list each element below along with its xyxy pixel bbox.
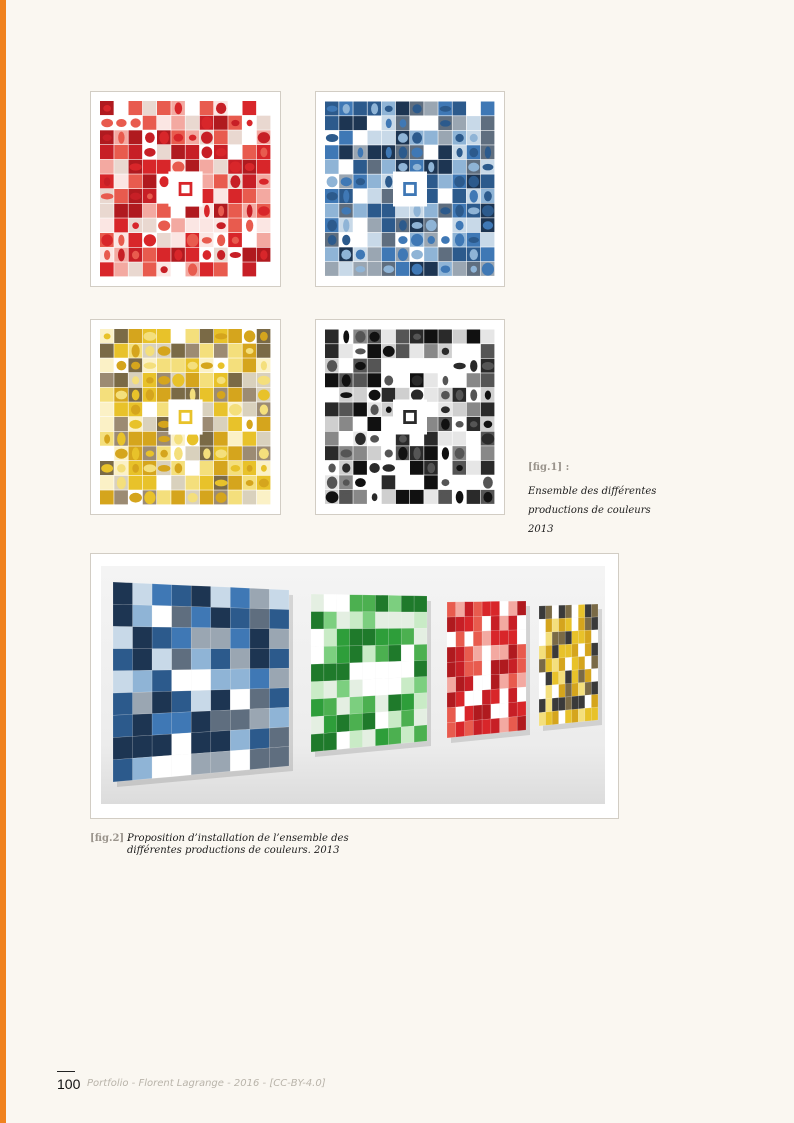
- page-number: 100: [57, 1076, 81, 1092]
- fig2-text: Proposition d’installation de l’ensemble…: [127, 833, 349, 856]
- installation-panel-red: [446, 600, 530, 743]
- installation-panel-yellow: [538, 603, 602, 731]
- blue-mosaic-image: [315, 91, 505, 287]
- fig1-tag: [fig.1] :: [528, 462, 570, 473]
- fig1-caption: [fig.1] : Ensemble des différentes produ…: [528, 462, 668, 536]
- installation-scene: [101, 566, 605, 804]
- fig1-text: Ensemble des différentes productions de …: [528, 486, 657, 535]
- fig2-tag: [fig.2] :: [90, 833, 132, 844]
- footer-credit: Portfolio - Florent Lagrange - 2016 - [C…: [87, 1078, 326, 1089]
- yellow-mosaic: [100, 329, 271, 505]
- installation-svg: [101, 566, 605, 804]
- installation-image: [90, 553, 619, 819]
- installation-panel-green: [310, 593, 431, 757]
- blue-mosaic: [325, 101, 495, 276]
- accent-edge-bar: [0, 0, 6, 1123]
- black-mosaic-image: [315, 319, 505, 515]
- red-mosaic: [100, 101, 271, 277]
- yellow-mosaic-image: [90, 319, 281, 515]
- black-mosaic: [325, 329, 495, 504]
- installation-panel-blue: [112, 581, 293, 787]
- red-mosaic-image: [90, 91, 281, 287]
- footer-rule: [57, 1071, 75, 1072]
